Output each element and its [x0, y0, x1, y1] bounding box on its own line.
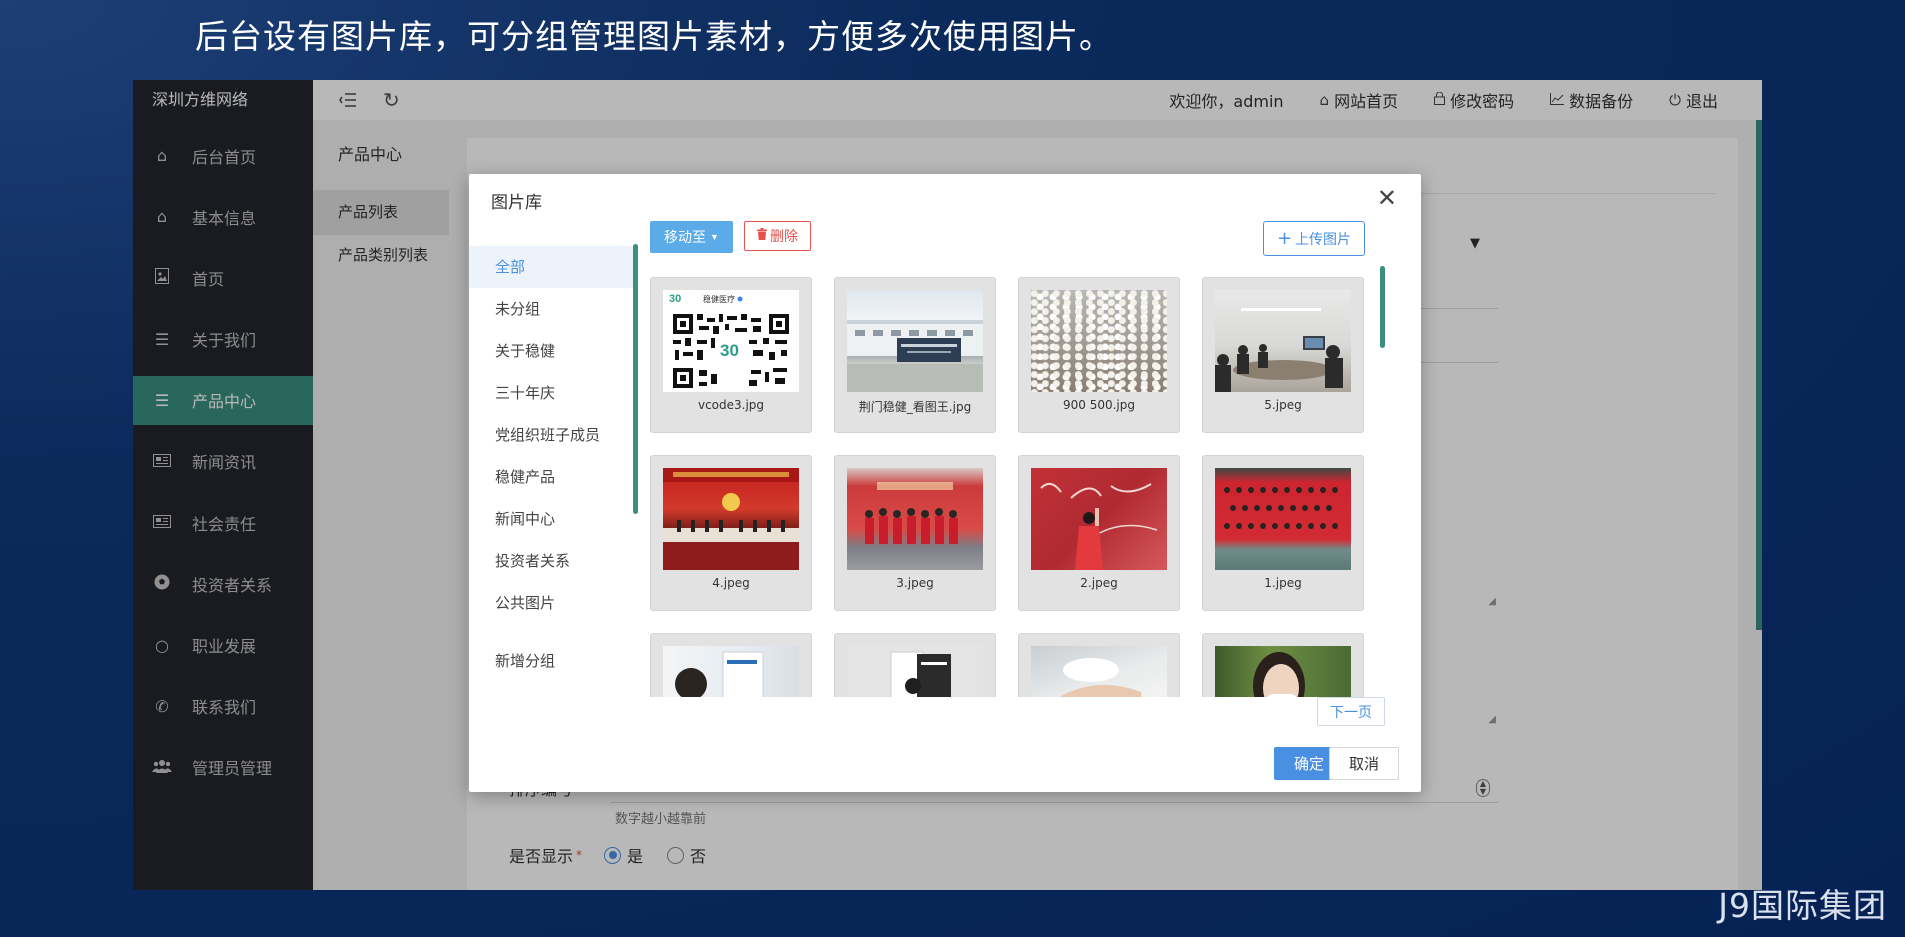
group-item-30th-anniversary[interactable]: 三十年庆 [469, 372, 635, 414]
image-filename: 4.jpeg [712, 576, 750, 590]
move-to-label: 移动至 [664, 229, 707, 245]
image-filename: 1.jpeg [1264, 576, 1302, 590]
add-group-button[interactable]: 新增分组 [495, 650, 555, 671]
caret-down-icon: ▼ [710, 232, 719, 242]
image-filename: 荆门稳健_看图王.jpg [858, 400, 972, 414]
image-thumbnail[interactable]: 5.jpeg [1202, 277, 1364, 433]
svg-text:30: 30 [669, 293, 681, 305]
group-item-all[interactable]: 全部 [469, 246, 635, 288]
group-list-scrollbar[interactable] [633, 244, 638, 514]
group-item-products[interactable]: 稳健产品 [469, 456, 635, 498]
group-item-ungrouped[interactable]: 未分组 [469, 288, 635, 330]
image-library-dialog: 图片库 ✕ 全部 未分组 关于稳健 三十年庆 党组织班子成员 稳健产品 新闻中心… [469, 174, 1421, 792]
image-filename: 2.jpeg [1080, 576, 1118, 590]
delete-button[interactable]: 删除 [744, 221, 811, 251]
group-item-about[interactable]: 关于稳健 [469, 330, 635, 372]
image-thumbnail[interactable] [650, 633, 812, 697]
svg-text:30: 30 [720, 341, 739, 360]
group-item-investor-relations[interactable]: 投资者关系 [469, 540, 635, 582]
image-filename: 900 500.jpg [1062, 398, 1135, 412]
image-thumbnail[interactable] [1018, 633, 1180, 697]
image-thumbnail[interactable] [1202, 633, 1364, 697]
delete-label: 删除 [770, 229, 798, 245]
group-item-news-center[interactable]: 新闻中心 [469, 498, 635, 540]
plus-icon: + [1276, 228, 1293, 249]
image-thumbnail[interactable]: 4.jpeg [650, 455, 812, 611]
next-page-button[interactable]: 下一页 [1317, 697, 1385, 726]
cancel-button[interactable]: 取消 [1329, 747, 1399, 780]
image-filename: 3.jpeg [896, 576, 934, 590]
image-grid-scrollbar[interactable] [1380, 266, 1385, 348]
group-photo [847, 468, 983, 570]
factory-photo [847, 290, 983, 392]
group-list: 全部 未分组 关于稳健 三十年庆 党组织班子成员 稳健产品 新闻中心 投资者关系… [469, 246, 635, 624]
meeting-room-photo [1215, 290, 1351, 392]
group-item-public-images[interactable]: 公共图片 [469, 582, 635, 624]
stage-ceremony-photo [663, 468, 799, 570]
image-grid: 30 稳健医疗 30 vcode3.jpg 荆门稳健_看图王.jpg 900 5… [650, 277, 1370, 697]
signing-wall-photo [1031, 468, 1167, 570]
image-thumbnail[interactable]: 1.jpeg [1202, 455, 1364, 611]
image-filename: 5.jpeg [1264, 398, 1302, 412]
image-thumbnail[interactable]: 2.jpeg [1018, 455, 1180, 611]
image-thumbnail[interactable]: 900 500.jpg [1018, 277, 1180, 433]
watermark: J9国际集团 [1718, 886, 1887, 925]
product-box-photo [847, 646, 983, 697]
slide-headline: 后台设有图片库，可分组管理图片素材，方便多次使用图片。 [195, 17, 1113, 56]
group-item-party-committee[interactable]: 党组织班子成员 [469, 414, 635, 456]
team-group-photo [1215, 468, 1351, 570]
image-thumbnail[interactable]: 30 稳健医疗 30 vcode3.jpg [650, 277, 812, 433]
upload-image-button[interactable]: + 上传图片 [1263, 221, 1365, 256]
image-filename: vcode3.jpg [697, 398, 765, 412]
dialog-title: 图片库 [491, 193, 542, 213]
image-thumbnail[interactable]: 3.jpeg [834, 455, 996, 611]
trash-icon [757, 228, 767, 244]
product-mask-photo [663, 646, 799, 697]
close-icon[interactable]: ✕ [1377, 184, 1397, 212]
image-thumbnail[interactable] [834, 633, 996, 697]
cotton-field-photo [1031, 290, 1167, 392]
woman-mask-photo [1215, 646, 1351, 697]
hand-product-photo [1031, 646, 1167, 697]
image-thumbnail[interactable]: 荆门稳健_看图王.jpg [834, 277, 996, 433]
qr-code-image: 30 稳健医疗 30 [663, 290, 799, 392]
qr-brand-text: 稳健医疗 [703, 294, 735, 304]
upload-label: 上传图片 [1295, 231, 1352, 248]
move-to-button[interactable]: 移动至 ▼ [650, 221, 733, 253]
